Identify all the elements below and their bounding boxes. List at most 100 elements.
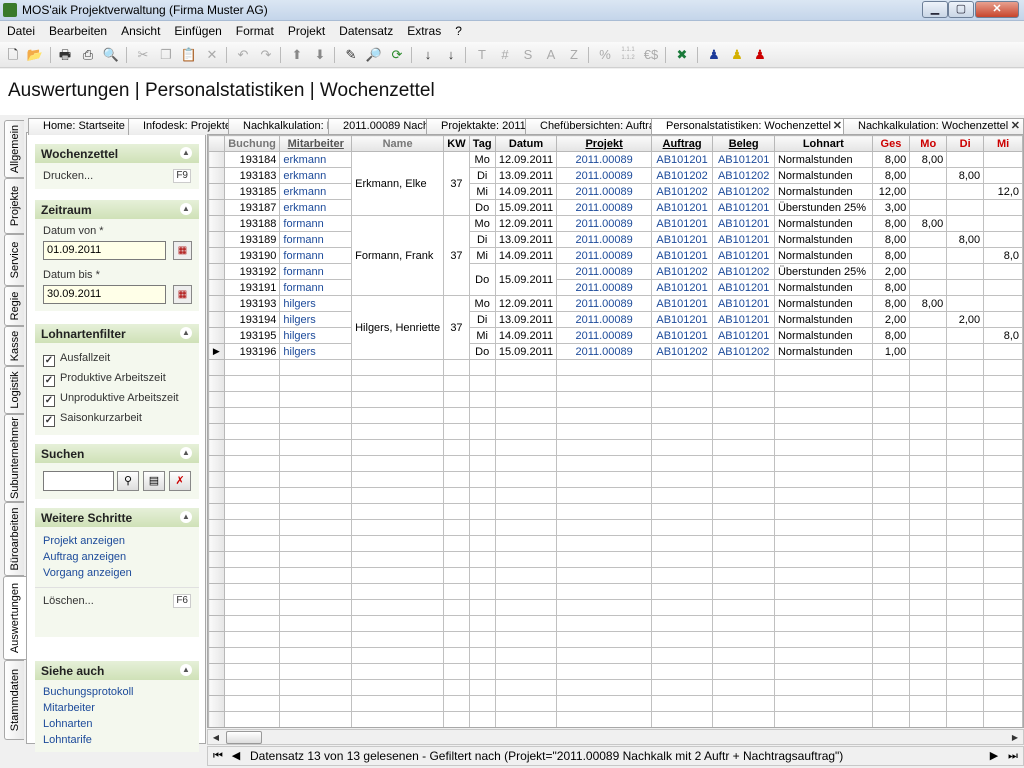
doc-tab-infodesk[interactable]: Infodesk: Projekte	[128, 118, 236, 135]
cell-di[interactable]: 8,00	[946, 167, 985, 184]
cell-beleg[interactable]: AB101201	[712, 279, 775, 296]
empty-table-row[interactable]	[208, 471, 1023, 488]
row-selector[interactable]	[208, 535, 225, 552]
empty-cell[interactable]	[443, 631, 470, 648]
empty-cell[interactable]	[279, 567, 353, 584]
filter-ausfallzeit-checkbox[interactable]: ✓ Ausfallzeit	[43, 350, 110, 367]
empty-cell[interactable]	[279, 615, 353, 632]
cell-mo[interactable]	[909, 167, 948, 184]
delete-icon[interactable]: ✕	[203, 46, 221, 64]
empty-cell[interactable]	[712, 375, 775, 392]
empty-cell[interactable]	[468, 519, 496, 536]
empty-cell[interactable]	[556, 423, 652, 440]
group-header[interactable]: Wochenzettel ▲	[35, 144, 199, 163]
format-text-icon[interactable]: T	[473, 46, 491, 64]
group-header[interactable]: Weitere Schritte ▲	[35, 508, 199, 527]
col-buchung[interactable]: Buchung	[223, 135, 281, 152]
mitarbeiter-link[interactable]: Mitarbeiter	[43, 702, 95, 714]
projekt-anzeigen-link[interactable]: Projekt anzeigen	[43, 535, 125, 547]
empty-cell[interactable]	[650, 583, 714, 600]
empty-cell[interactable]	[983, 423, 1023, 440]
cell-datum[interactable]: 14.09.2011	[494, 247, 558, 264]
empty-cell[interactable]	[712, 631, 775, 648]
new-document-icon[interactable]: 🗋	[4, 46, 22, 64]
checkbox-checked-icon[interactable]: ✓	[43, 375, 55, 387]
cell-di[interactable]	[946, 151, 985, 168]
checkbox-checked-icon[interactable]: ✓	[43, 395, 55, 407]
empty-table-row[interactable]	[208, 647, 1023, 664]
empty-cell[interactable]	[468, 391, 496, 408]
empty-cell[interactable]	[946, 487, 985, 504]
cell-mo[interactable]: 8,00	[909, 295, 948, 312]
cell-beleg[interactable]: AB101201	[712, 199, 775, 216]
empty-cell[interactable]	[712, 423, 775, 440]
cell-projekt[interactable]: 2011.00089	[556, 247, 652, 264]
cell-lohnart[interactable]: Normalstunden	[773, 311, 873, 328]
empty-table-row[interactable]	[208, 679, 1023, 696]
cell-lohnart[interactable]: Normalstunden	[773, 327, 873, 344]
cell-tag[interactable]: Di	[468, 231, 496, 248]
cell-buchung[interactable]: 193191	[223, 279, 281, 296]
empty-cell[interactable]	[712, 407, 775, 424]
empty-cell[interactable]	[650, 471, 714, 488]
cell-mi[interactable]: 8,0	[983, 247, 1023, 264]
empty-cell[interactable]	[443, 487, 470, 504]
empty-cell[interactable]	[468, 503, 496, 520]
cell-di[interactable]	[946, 327, 985, 344]
empty-cell[interactable]	[223, 583, 281, 600]
cell-mi[interactable]	[983, 151, 1023, 168]
cell-mi[interactable]: 8,0	[983, 327, 1023, 344]
empty-cell[interactable]	[494, 599, 558, 616]
cell-beleg[interactable]: AB101201	[712, 327, 775, 344]
col-mi[interactable]: Mi	[983, 135, 1023, 152]
empty-cell[interactable]	[494, 615, 558, 632]
empty-cell[interactable]	[556, 535, 652, 552]
table-row[interactable]: 193192 formann Do 15.09.2011 2011.00089 AB101…	[208, 263, 1023, 296]
print-setup-icon[interactable]: ⎙	[79, 46, 97, 64]
empty-cell[interactable]	[983, 487, 1023, 504]
tab-subunternehmer[interactable]: Subunternehmer	[4, 414, 24, 502]
empty-cell[interactable]	[773, 407, 873, 424]
cell-beleg[interactable]: AB101202	[712, 343, 775, 360]
empty-cell[interactable]	[468, 631, 496, 648]
empty-cell[interactable]	[909, 567, 948, 584]
numbering-icon[interactable]: 1.1.1 1.1.2	[619, 46, 637, 64]
empty-cell[interactable]	[871, 599, 911, 616]
cell-name[interactable]: Formann, Frank	[351, 215, 445, 296]
cell-buchung[interactable]: 193189	[223, 231, 281, 248]
empty-cell[interactable]	[443, 583, 470, 600]
menu-datensatz[interactable]: Datensatz	[332, 21, 400, 39]
empty-cell[interactable]	[556, 503, 652, 520]
cell-buchung[interactable]: 193185	[223, 183, 281, 200]
row-selector[interactable]	[208, 151, 225, 168]
empty-cell[interactable]	[351, 391, 445, 408]
format-a-icon[interactable]: A	[542, 46, 560, 64]
edit-pencil-icon[interactable]: ✎	[342, 46, 360, 64]
cell-lohnart[interactable]: Normalstunden	[773, 183, 873, 200]
loeschen-link[interactable]: Löschen... F6	[35, 591, 199, 611]
empty-cell[interactable]	[351, 375, 445, 392]
empty-cell[interactable]	[351, 487, 445, 504]
tab-stammdaten[interactable]: Stammdaten	[4, 660, 24, 740]
empty-cell[interactable]	[468, 679, 496, 696]
empty-cell[interactable]	[909, 471, 948, 488]
empty-cell[interactable]	[773, 439, 873, 456]
empty-cell[interactable]	[773, 423, 873, 440]
cell-di[interactable]	[946, 263, 985, 280]
lohnarten-link[interactable]: Lohnarten	[43, 718, 93, 730]
row-selector[interactable]	[208, 503, 225, 520]
empty-cell[interactable]	[712, 535, 775, 552]
cell-ges[interactable]: 8,00	[871, 279, 911, 296]
cell-ges[interactable]: 8,00	[871, 295, 911, 312]
empty-cell[interactable]	[946, 599, 985, 616]
empty-cell[interactable]	[223, 535, 281, 552]
cell-lohnart[interactable]: Normalstunden	[773, 215, 873, 232]
empty-cell[interactable]	[712, 567, 775, 584]
cell-mi[interactable]	[983, 199, 1023, 216]
empty-cell[interactable]	[223, 423, 281, 440]
cell-auftrag[interactable]: AB101201	[650, 215, 714, 232]
cell-ges[interactable]: 1,00	[871, 343, 911, 360]
cell-lohnart[interactable]: Überstunden 25%	[773, 199, 873, 216]
cell-di[interactable]	[946, 199, 985, 216]
table-row[interactable]: 193195 hilgers Mi 14.09.2011 2011.00089 AB101…	[208, 327, 1023, 344]
